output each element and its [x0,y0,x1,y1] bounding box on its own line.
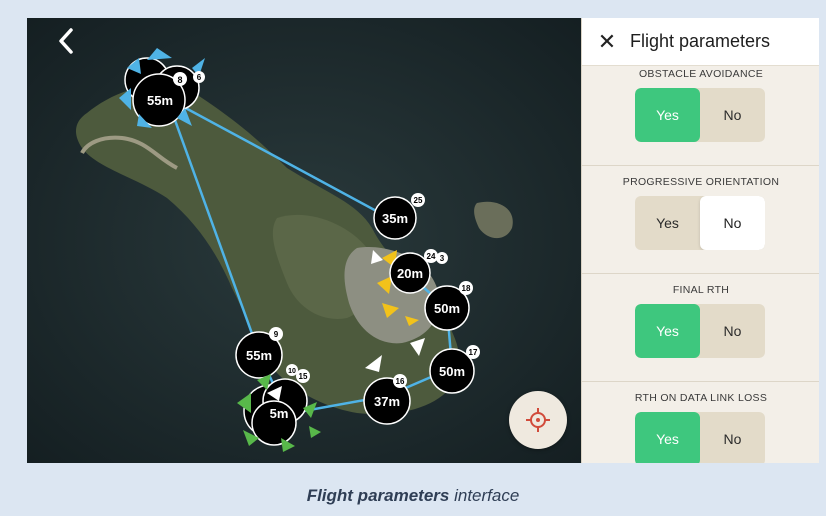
target-icon [526,408,550,432]
param-progressive-orientation: PROGRESSIVE ORIENTATION Yes No [582,166,819,274]
locate-button[interactable] [509,391,567,449]
chevron-left-icon [59,28,73,54]
param-rth-data-link-loss: RTH ON DATA LINK LOSS Yes No [582,382,819,463]
waypoint-number: 25 [414,196,423,205]
param-label: RTH ON DATA LINK LOSS [634,392,768,404]
yes-option[interactable]: Yes [635,412,700,463]
no-option[interactable]: No [700,88,765,142]
waypoint-altitude: 55m [147,93,173,108]
panel-title: Flight parameters [630,31,771,51]
caption-rest: interface [449,486,520,505]
waypoint-number: 9 [274,330,279,339]
no-option[interactable]: No [700,304,765,358]
back-button[interactable] [53,24,81,58]
waypoint-number: 6 [197,73,202,82]
waypoint-number: 17 [469,348,478,357]
waypoint-altitude: 20m [397,266,423,281]
param-label: PROGRESSIVE ORIENTATION [622,176,780,188]
figure-frame: 55m 8 6 35m 25 20m 24 3 50m 18 55m 9 50m… [0,0,826,516]
yes-no-toggle[interactable]: Yes No [635,88,765,142]
app-screen: 55m 8 6 35m 25 20m 24 3 50m 18 55m 9 50m… [27,18,819,463]
waypoint-number: 18 [462,284,471,293]
satellite-map[interactable]: 55m 8 6 35m 25 20m 24 3 50m 18 55m 9 50m… [27,18,581,463]
no-option[interactable]: No [700,196,765,250]
yes-option[interactable]: Yes [635,88,700,142]
flight-parameters-panel: ✕ Flight parameters OBSTACLE AVOIDANCE Y… [581,18,819,463]
yes-no-toggle[interactable]: Yes No [635,412,765,463]
param-obstacle-avoidance: OBSTACLE AVOIDANCE Yes No [582,58,819,166]
yes-option[interactable]: Yes [635,304,700,358]
yes-option[interactable]: Yes [635,196,700,250]
waypoint-number: 10 [288,368,296,375]
waypoint-number: 24 [427,252,436,261]
waypoint-number: 3 [440,254,445,263]
waypoint-number: 16 [396,377,405,386]
waypoint-altitude: 5m [270,406,289,421]
waypoint-altitude: 55m [246,348,272,363]
waypoint-number: 8 [177,75,182,85]
caption-bold: Flight parameters [306,486,450,505]
close-icon[interactable]: ✕ [596,30,618,53]
yes-no-toggle[interactable]: Yes No [635,196,765,250]
figure-caption: Flight parameters interface [0,486,826,506]
waypoint-number: 15 [299,372,308,381]
waypoint-altitude: 37m [374,394,400,409]
param-label: OBSTACLE AVOIDANCE [638,68,764,80]
waypoint-altitude: 50m [439,364,465,379]
yes-no-toggle[interactable]: Yes No [635,304,765,358]
param-final-rth: FINAL RTH Yes No [582,274,819,382]
waypoint-altitude: 50m [434,301,460,316]
param-label: FINAL RTH [672,284,730,296]
no-option[interactable]: No [700,412,765,463]
waypoint-altitude: 35m [382,211,408,226]
